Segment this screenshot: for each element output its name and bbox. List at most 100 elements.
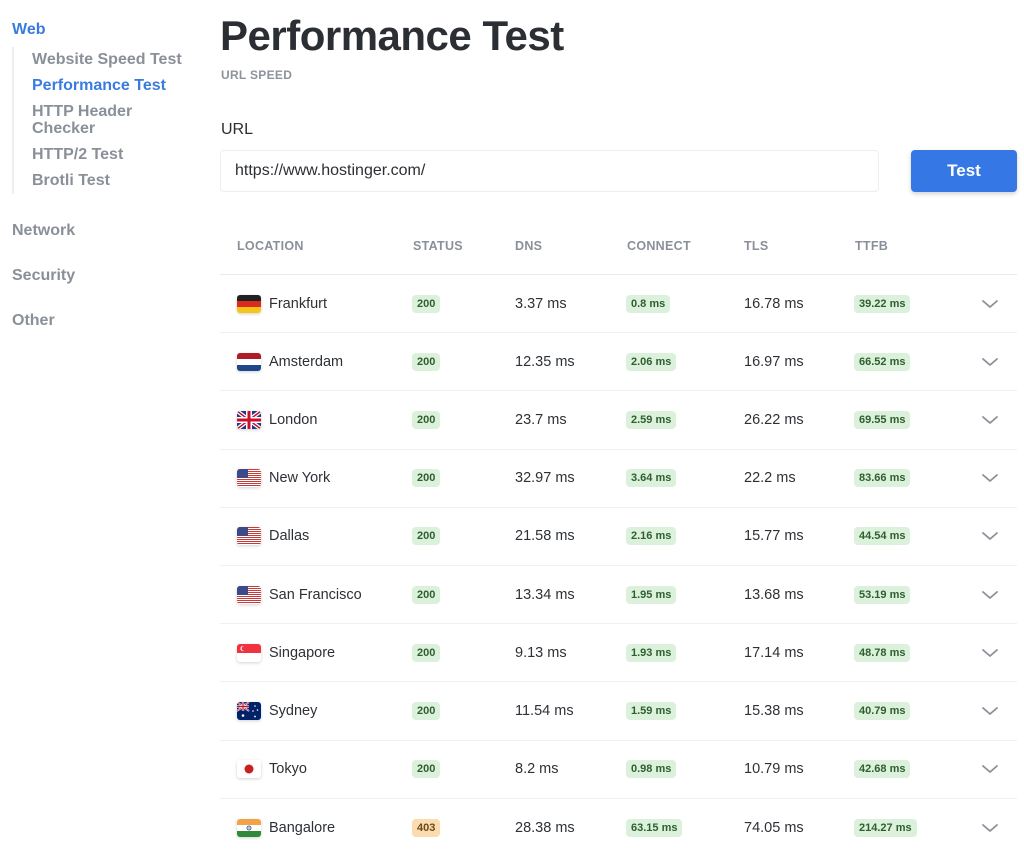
sidebar-group-web[interactable]: Web: [12, 21, 45, 39]
connect-cell: 1.95 ms: [626, 585, 677, 604]
usa-flag-icon: [237, 527, 261, 546]
ttfb-badge: 66.52 ms: [854, 352, 911, 371]
sidebar-group-security[interactable]: Security: [12, 267, 75, 285]
ttfb-cell: 42.68 ms: [854, 760, 911, 779]
status-cell: 200: [412, 527, 441, 546]
dns-value: 13.34 ms: [515, 586, 575, 603]
ttfb-badge: 53.19 ms: [854, 585, 911, 604]
connect-cell: 2.16 ms: [626, 527, 677, 546]
connect-badge: 2.59 ms: [626, 410, 677, 429]
chevron-down-icon: [982, 707, 998, 715]
results-table: LOCATION STATUS DNS CONNECT TLS TTFB Fra…: [220, 222, 1017, 857]
location-cell: London: [237, 410, 317, 429]
tls-value: 16.97 ms: [744, 353, 804, 370]
table-row[interactable]: New York 200 32.97 ms 3.64 ms 22.2 ms 83…: [220, 450, 1017, 508]
url-label: URL: [221, 121, 254, 138]
chevron-down-icon: [982, 416, 998, 424]
dns-value: 23.7 ms: [515, 411, 567, 428]
table-row[interactable]: Bangalore 403 28.38 ms 63.15 ms 74.05 ms…: [220, 799, 1017, 857]
sidebar-item-brotli-test[interactable]: Brotli Test: [32, 168, 202, 194]
status-cell: 200: [412, 352, 441, 371]
chevron-down-icon: [982, 823, 998, 832]
expand-row-button[interactable]: [978, 292, 1002, 316]
location-cell: Singapore: [237, 643, 336, 662]
sidebar-item-http2-test[interactable]: HTTP/2 Test: [32, 142, 202, 168]
table-row[interactable]: London 200 23.7 ms 2.59 ms 26.22 ms 69.5…: [220, 391, 1017, 450]
tls-value: 74.05 ms: [744, 819, 804, 836]
location-name: New York: [269, 470, 331, 487]
table-row[interactable]: San Francisco 200 13.34 ms 1.95 ms 13.68…: [220, 566, 1017, 625]
ttfb-cell: 48.78 ms: [854, 643, 911, 662]
page-title: Performance Test: [220, 12, 564, 59]
header-status: STATUS: [413, 239, 463, 253]
ttfb-badge: 214.27 ms: [854, 818, 917, 837]
connect-cell: 3.64 ms: [626, 469, 677, 488]
expand-row-button[interactable]: [978, 350, 1002, 374]
expand-row-button[interactable]: [978, 466, 1002, 490]
status-cell: 200: [412, 585, 441, 604]
expand-row-button[interactable]: [978, 641, 1002, 665]
ttfb-badge: 83.66 ms: [854, 469, 911, 488]
connect-cell: 2.59 ms: [626, 410, 677, 429]
table-row[interactable]: Tokyo 200 8.2 ms 0.98 ms 10.79 ms 42.68 …: [220, 741, 1017, 799]
table-row[interactable]: Singapore 200 9.13 ms 1.93 ms 17.14 ms 4…: [220, 624, 1017, 683]
test-button[interactable]: Test: [911, 150, 1017, 192]
netherlands-flag-icon: [237, 352, 261, 371]
expand-row-button[interactable]: [978, 816, 1002, 840]
status-badge: 403: [412, 818, 441, 837]
status-cell: 200: [412, 410, 441, 429]
table-row[interactable]: Frankfurt 200 3.37 ms 0.8 ms 16.78 ms 39…: [220, 275, 1017, 334]
status-cell: 200: [412, 701, 441, 720]
connect-badge: 1.93 ms: [626, 643, 677, 662]
location-cell: New York: [237, 469, 331, 488]
location-name: Singapore: [269, 644, 336, 661]
dns-value: 28.38 ms: [515, 819, 575, 836]
ttfb-badge: 39.22 ms: [854, 294, 911, 313]
sidebar-item-http-header-checker[interactable]: HTTP Header Checker: [32, 99, 162, 142]
status-badge: 200: [412, 469, 441, 488]
dns-value: 11.54 ms: [515, 702, 574, 719]
connect-badge: 63.15 ms: [626, 818, 683, 837]
sidebar-item-website-speed-test[interactable]: Website Speed Test: [32, 47, 202, 73]
status-badge: 200: [412, 585, 441, 604]
location-name: Bangalore: [269, 819, 336, 836]
table-header: LOCATION STATUS DNS CONNECT TLS TTFB: [220, 222, 1017, 275]
expand-row-button[interactable]: [978, 699, 1002, 723]
location-cell: San Francisco: [237, 585, 362, 604]
table-row[interactable]: Sydney 200 11.54 ms 1.59 ms 15.38 ms 40.…: [220, 682, 1017, 741]
table-row[interactable]: Dallas 200 21.58 ms 2.16 ms 15.77 ms 44.…: [220, 508, 1017, 566]
japan-flag-icon: [237, 760, 261, 779]
header-tls: TLS: [744, 239, 769, 253]
ttfb-cell: 44.54 ms: [854, 527, 911, 546]
location-name: Amsterdam: [269, 353, 344, 370]
ttfb-badge: 44.54 ms: [854, 527, 911, 546]
page-subtitle: URL SPEED: [221, 68, 293, 82]
ttfb-badge: 40.79 ms: [854, 701, 911, 720]
header-connect: CONNECT: [627, 239, 691, 253]
expand-row-button[interactable]: [978, 408, 1002, 432]
connect-badge: 2.16 ms: [626, 527, 677, 546]
ttfb-badge: 48.78 ms: [854, 643, 911, 662]
uk-flag-icon: [237, 410, 261, 429]
location-cell: Dallas: [237, 527, 309, 546]
connect-badge: 0.8 ms: [626, 294, 671, 313]
tls-value: 10.79 ms: [744, 761, 804, 778]
table-row[interactable]: Amsterdam 200 12.35 ms 2.06 ms 16.97 ms …: [220, 333, 1017, 392]
chevron-down-icon: [982, 532, 998, 541]
status-cell: 200: [412, 469, 441, 488]
sidebar-group-other[interactable]: Other: [12, 312, 55, 330]
dns-value: 32.97 ms: [515, 470, 575, 487]
url-input[interactable]: [220, 150, 879, 192]
chevron-down-icon: [982, 357, 998, 366]
expand-row-button[interactable]: [978, 757, 1002, 781]
expand-row-button[interactable]: [978, 583, 1002, 607]
sidebar-item-performance-test[interactable]: Performance Test: [32, 73, 202, 99]
expand-row-button[interactable]: [978, 524, 1002, 548]
ttfb-cell: 40.79 ms: [854, 701, 911, 720]
usa-flag-icon: [237, 585, 261, 604]
status-badge: 200: [412, 352, 441, 371]
ttfb-cell: 66.52 ms: [854, 352, 911, 371]
sidebar-group-network[interactable]: Network: [12, 222, 75, 240]
connect-badge: 0.98 ms: [626, 760, 677, 779]
location-cell: Frankfurt: [237, 294, 327, 313]
